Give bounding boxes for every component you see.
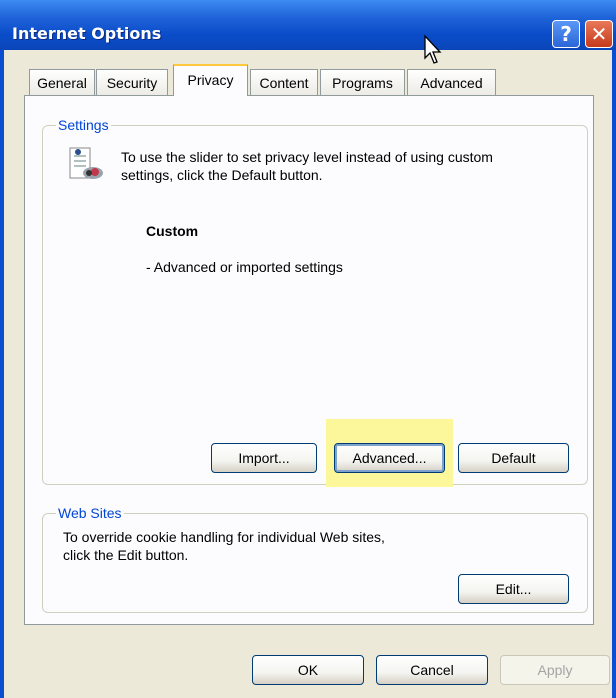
privacy-icon [69,147,103,179]
title-bar[interactable]: Internet Options ? ✕ [0,0,616,50]
websites-group-label: Web Sites [56,505,124,521]
tab-programs[interactable]: Programs [320,69,405,95]
tab-content[interactable]: Content [250,69,318,95]
ok-button[interactable]: OK [252,655,364,685]
default-button[interactable]: Default [458,443,569,473]
websites-info-line-1: To override cookie handling for individu… [63,529,385,545]
privacy-level-description: - Advanced or imported settings [146,259,343,275]
import-button-label: Import... [238,450,290,466]
tab-label: Advanced [420,75,483,91]
help-button[interactable]: ? [552,20,580,48]
tab-label: General [37,75,87,91]
settings-group-label: Settings [56,117,111,133]
edit-button[interactable]: Edit... [458,574,569,604]
tab-label: Security [106,75,158,91]
tab-label: Content [259,75,309,91]
window-border-left [0,50,4,698]
advanced-button-label: Advanced... [352,450,427,466]
settings-info-line-2: settings, click the Default button. [121,167,323,183]
default-button-label: Default [491,450,536,466]
window-title: Internet Options [12,24,162,43]
close-icon: ✕ [590,22,608,46]
tab-label: Privacy [187,72,234,88]
privacy-level-title: Custom [146,223,199,239]
tab-security[interactable]: Security [96,69,168,95]
close-button[interactable]: ✕ [585,20,613,48]
internet-options-dialog: Internet Options ? ✕ General Security Pr… [0,0,616,698]
cancel-button[interactable]: Cancel [376,655,488,685]
tab-general[interactable]: General [29,69,95,95]
apply-button[interactable]: Apply [500,655,610,685]
tab-label: Programs [332,75,393,91]
advanced-button[interactable]: Advanced... [334,443,445,473]
ok-button-label: OK [297,662,319,678]
tab-advanced[interactable]: Advanced [407,69,496,95]
tab-privacy[interactable]: Privacy [173,64,248,96]
import-button[interactable]: Import... [211,443,317,473]
edit-button-label: Edit... [495,581,532,597]
websites-info-line-2: click the Edit button. [63,547,189,563]
help-icon: ? [560,22,572,46]
apply-button-label: Apply [537,662,573,678]
cancel-button-label: Cancel [410,662,454,678]
window-border-right [612,50,616,698]
settings-info-line-1: To use the slider to set privacy level i… [121,149,493,165]
mouse-cursor-icon [424,34,442,64]
